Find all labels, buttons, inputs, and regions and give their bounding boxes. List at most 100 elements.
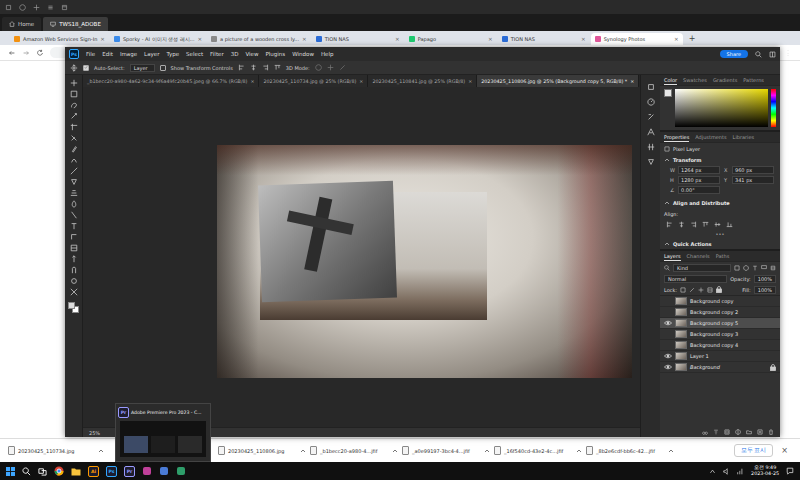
panel-tab[interactable]: Libraries bbox=[733, 133, 755, 142]
pixel-layer-icon[interactable] bbox=[664, 146, 670, 152]
close-download-bar-button[interactable]: × bbox=[773, 446, 792, 455]
document-tab[interactable]: 20230425_110841.jpg @ 25% (RGB/8)× bbox=[368, 75, 477, 87]
layer-action-icon[interactable] bbox=[713, 429, 719, 435]
hue-slider[interactable] bbox=[771, 89, 776, 127]
tray-overflow-icon[interactable] bbox=[709, 468, 716, 475]
more-button[interactable]: ••• bbox=[660, 230, 780, 238]
eye-icon[interactable] bbox=[664, 353, 672, 359]
download-menu-icon[interactable] bbox=[484, 448, 490, 454]
reload-icon[interactable] bbox=[36, 49, 44, 57]
tool-icon[interactable] bbox=[70, 233, 78, 241]
canvas[interactable] bbox=[83, 87, 640, 427]
tool-icon[interactable] bbox=[70, 156, 78, 164]
download-item[interactable]: _a0e99197-3bc4-4...jfif bbox=[402, 446, 494, 455]
photo[interactable] bbox=[217, 145, 632, 378]
auto-select-target[interactable]: Layer bbox=[130, 64, 155, 72]
tool-icon[interactable] bbox=[70, 244, 78, 252]
layer-filter[interactable]: Kind bbox=[673, 264, 731, 272]
panel-tab[interactable]: Layers bbox=[664, 252, 681, 261]
collapse-icon[interactable] bbox=[664, 157, 670, 163]
tool-icon[interactable] bbox=[70, 189, 78, 197]
tool-icon[interactable] bbox=[70, 211, 78, 219]
tab-close-button[interactable]: × bbox=[581, 36, 586, 42]
align-icon[interactable] bbox=[678, 221, 685, 228]
search-icon[interactable] bbox=[22, 467, 31, 476]
tool-icon[interactable] bbox=[70, 167, 78, 175]
panel-tab[interactable]: Channels bbox=[687, 252, 710, 261]
forward-icon[interactable] bbox=[22, 49, 30, 57]
layer-row[interactable]: Background bbox=[660, 362, 780, 373]
tool-icon[interactable] bbox=[70, 200, 78, 208]
eye-icon[interactable] bbox=[664, 364, 672, 370]
fill-field[interactable]: 100% bbox=[754, 286, 776, 294]
align-title[interactable]: Align and Distribute bbox=[660, 197, 780, 208]
menu-item[interactable]: 3D bbox=[231, 51, 239, 57]
layer-row[interactable]: Background copy 2 bbox=[660, 307, 780, 318]
layer-row[interactable]: Background copy bbox=[660, 296, 780, 307]
3d-mode-icon[interactable] bbox=[327, 64, 334, 71]
remote-tool-icon[interactable] bbox=[19, 4, 26, 11]
align-icon[interactable] bbox=[666, 221, 673, 228]
workspace-icon[interactable] bbox=[769, 51, 776, 58]
tool-icon[interactable] bbox=[70, 288, 78, 296]
panel-icon[interactable] bbox=[647, 83, 655, 91]
remote-tab[interactable]: TWS18_ADOBE bbox=[43, 17, 108, 31]
filter-icon[interactable] bbox=[770, 265, 776, 271]
remote-tool-icon[interactable] bbox=[47, 4, 54, 11]
layer-action-icon[interactable] bbox=[735, 429, 741, 435]
task-view-icon[interactable] bbox=[38, 467, 47, 476]
panel-tab[interactable]: Properties bbox=[664, 133, 689, 142]
field-value[interactable]: 0.00° bbox=[678, 186, 720, 194]
transform-controls-checkbox[interactable] bbox=[160, 65, 166, 71]
lock-option-icon[interactable] bbox=[698, 287, 704, 293]
clock[interactable]: 오전 9:492023-04-25 bbox=[751, 465, 779, 477]
transform-field[interactable]: H1280 px bbox=[670, 176, 720, 184]
remote-tool-icon[interactable] bbox=[33, 4, 40, 11]
notification-icon[interactable] bbox=[786, 467, 794, 475]
document-close-button[interactable]: × bbox=[359, 79, 363, 84]
app-icon[interactable] bbox=[159, 466, 169, 476]
document-tab[interactable]: 20230425_110734.jpg @ 25% (RGB/8)× bbox=[259, 75, 368, 87]
align-icon[interactable] bbox=[690, 221, 697, 228]
share-button[interactable]: Share bbox=[720, 50, 748, 58]
panel-tab[interactable]: Swatches bbox=[683, 76, 707, 85]
panel-icon[interactable] bbox=[647, 143, 655, 151]
browser-tab[interactable]: Amazon Web Services Sign-In× bbox=[10, 33, 109, 45]
menu-item[interactable]: View bbox=[245, 51, 258, 57]
3d-mode-icon[interactable] bbox=[339, 64, 346, 71]
filter-icon[interactable] bbox=[734, 265, 740, 271]
menu-item[interactable]: Edit bbox=[102, 51, 113, 57]
layer-action-icon[interactable] bbox=[768, 429, 774, 435]
visibility-toggle[interactable] bbox=[664, 341, 672, 349]
tool-icon[interactable] bbox=[70, 79, 78, 87]
show-all-button[interactable]: 모두 표시 bbox=[734, 444, 774, 457]
menu-item[interactable]: Help bbox=[321, 51, 334, 57]
document-close-button[interactable]: × bbox=[250, 79, 254, 84]
download-menu-icon[interactable] bbox=[98, 448, 104, 454]
taskbar-app[interactable]: Pr bbox=[124, 466, 135, 477]
color-swatches[interactable] bbox=[68, 302, 80, 314]
layer-action-icon[interactable] bbox=[746, 429, 752, 435]
menu-item[interactable]: Layer bbox=[144, 51, 159, 57]
panel-tab[interactable]: Patterns bbox=[743, 76, 764, 85]
browser-tab[interactable]: a picture of a wooden cross ly...× bbox=[207, 33, 311, 45]
filter-icon[interactable] bbox=[761, 265, 767, 271]
tab-close-button[interactable]: × bbox=[198, 36, 203, 42]
document-close-button[interactable]: × bbox=[468, 79, 472, 84]
transform-field[interactable]: X960 px bbox=[724, 166, 774, 174]
transform-title[interactable]: Transform bbox=[660, 154, 780, 165]
panel-tab[interactable]: Adjustments bbox=[695, 133, 726, 142]
tab-close-button[interactable]: × bbox=[100, 36, 105, 42]
tool-icon[interactable] bbox=[70, 178, 78, 186]
browser-tab[interactable]: Papago× bbox=[405, 33, 497, 45]
download-menu-icon[interactable] bbox=[668, 448, 674, 454]
lock-option-icon[interactable] bbox=[689, 287, 695, 293]
tool-icon[interactable] bbox=[70, 90, 78, 98]
field-value[interactable]: 960 px bbox=[732, 166, 774, 174]
taskbar-preview[interactable]: PrAdobe Premiere Pro 2023 - C... bbox=[115, 403, 211, 462]
download-menu-icon[interactable] bbox=[300, 448, 306, 454]
field-value[interactable]: 341 px bbox=[732, 176, 774, 184]
taskbar-app[interactable]: Ai bbox=[88, 466, 99, 477]
align-icon[interactable] bbox=[714, 221, 721, 228]
eye-icon[interactable] bbox=[664, 320, 672, 326]
